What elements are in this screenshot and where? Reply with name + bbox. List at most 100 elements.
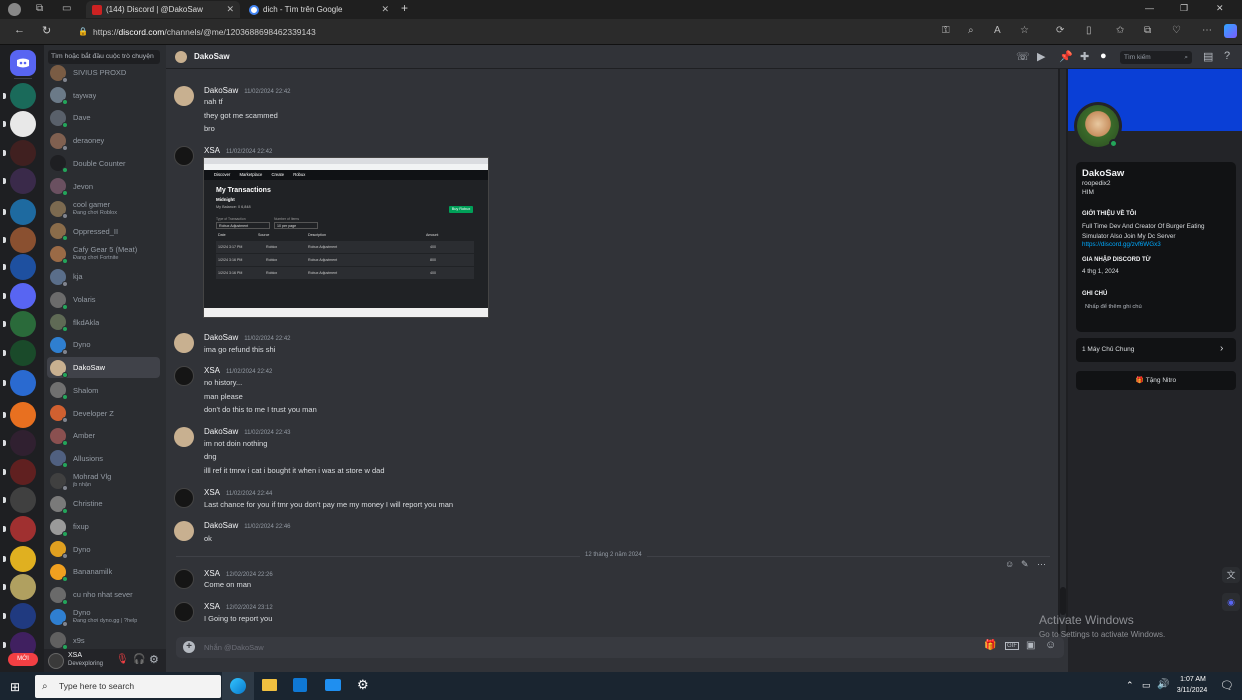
profile-icon[interactable] [8, 3, 21, 16]
dm-item[interactable]: Allusions [47, 448, 160, 469]
scrollbar-thumb[interactable] [1060, 587, 1066, 615]
search-input[interactable]: Tìm kiếm ⌕ [1120, 51, 1192, 64]
refresh-icon[interactable]: ↻ [42, 24, 51, 37]
dm-item[interactable]: deraoney [47, 130, 160, 151]
note-input[interactable]: Nhấp để thêm ghi chú [1085, 304, 1142, 310]
gif-icon[interactable]: GIF [1005, 642, 1019, 650]
restore-icon[interactable]: ❐ [1180, 3, 1188, 14]
tab-discord[interactable]: (144) Discord | @DakoSaw ✕ [86, 1, 240, 18]
dm-item[interactable]: cu nho nhat sever [47, 584, 160, 605]
performance-icon[interactable]: ♡ [1172, 25, 1181, 36]
dm-item[interactable]: DakoSaw [47, 357, 160, 379]
store-icon[interactable] [293, 678, 307, 692]
dm-item[interactable]: Oppressed_II [47, 221, 160, 242]
workspaces-icon[interactable]: ⧉ [36, 3, 43, 14]
message-author[interactable]: XSA [204, 146, 220, 155]
server-icon[interactable] [10, 459, 36, 485]
server-icon[interactable] [10, 516, 36, 542]
avatar[interactable] [174, 521, 194, 541]
dm-item[interactable]: Cafy Gear 5 (Meat) Đang chơi Fortnite [47, 244, 160, 265]
dm-item[interactable]: flkdAkla [47, 312, 160, 333]
message-author[interactable]: XSA [204, 488, 220, 497]
zoom-icon[interactable]: ⌕ [968, 25, 974, 36]
clock-time[interactable]: 1:07 AM [1176, 676, 1210, 683]
avatar[interactable] [174, 333, 194, 353]
mutual-servers-button[interactable]: 1 Máy Chủ Chung › [1076, 338, 1236, 362]
read-aloud-icon[interactable]: A [994, 25, 1001, 36]
network-icon[interactable]: ▭ [1142, 680, 1151, 691]
translate-icon[interactable]: 文 [1222, 567, 1240, 583]
server-icon[interactable] [10, 199, 36, 225]
avatar[interactable] [174, 488, 194, 508]
dm-item[interactable]: Volaris [47, 289, 160, 310]
back-icon[interactable]: ← [14, 24, 25, 36]
dm-item[interactable]: Dave [47, 107, 160, 128]
avatar[interactable] [174, 366, 194, 386]
windows-start-icon[interactable]: ⊞ [10, 680, 20, 694]
dm-item[interactable]: Dyno Đang chơi dyno.gg | ?help [47, 607, 160, 628]
avatar[interactable] [174, 602, 194, 622]
avatar[interactable] [174, 86, 194, 106]
server-icon[interactable] [10, 487, 36, 513]
server-icon[interactable] [10, 370, 36, 396]
server-icon[interactable] [10, 83, 36, 109]
edit-icon[interactable]: ✎ [1021, 559, 1029, 570]
collections-icon[interactable]: ⧉ [1144, 25, 1151, 36]
dm-item[interactable]: Dyno [47, 334, 160, 355]
dm-item[interactable]: SIVIUS PROXD [47, 62, 160, 83]
message-author[interactable]: XSA [204, 602, 220, 611]
dm-item[interactable]: Jevon [47, 176, 160, 197]
user-profile-icon[interactable]: ● [1100, 50, 1107, 62]
dm-item[interactable]: Bananamilk [47, 561, 160, 582]
tab-actions-icon[interactable]: ▭ [62, 3, 71, 14]
close-icon[interactable]: ✕ [226, 4, 234, 15]
close-window-icon[interactable]: ✕ [1216, 3, 1224, 14]
dm-item[interactable]: Amber [47, 425, 160, 446]
more-icon[interactable]: ⋯ [1202, 25, 1212, 36]
message-author[interactable]: DakoSaw [204, 333, 238, 342]
add-reaction-icon[interactable]: ☺ [1005, 559, 1014, 569]
server-icon[interactable] [10, 111, 36, 137]
taskbar-search-input[interactable]: ⌕ Type here to search [35, 675, 221, 698]
pin-icon[interactable]: 📌 [1059, 50, 1073, 63]
dm-item[interactable]: kja [47, 266, 160, 287]
avatar[interactable] [174, 427, 194, 447]
favorites-icon[interactable]: ✩ [1116, 25, 1124, 36]
mute-icon[interactable]: 🎙 [116, 654, 129, 665]
new-tab-icon[interactable]: + [401, 1, 408, 15]
help-icon[interactable]: ? [1224, 50, 1230, 62]
about-link[interactable]: https://discord.gg/zvf6WGx3 [1082, 241, 1161, 248]
scrollbar-track[interactable] [1060, 69, 1066, 634]
dm-item[interactable]: Dyno [47, 539, 160, 560]
message-input[interactable]: + Nhắn @DakoSaw 🎁 GIF ▣ ☺ [176, 637, 1064, 658]
message-author[interactable]: XSA [204, 569, 220, 578]
minimize-icon[interactable]: — [1145, 3, 1154, 13]
server-icon[interactable] [10, 574, 36, 600]
add-friends-icon[interactable]: ✚ [1080, 50, 1089, 63]
dm-item[interactable]: Double Counter [47, 153, 160, 174]
folder-icon[interactable] [10, 283, 36, 309]
taskbar-edge-app[interactable] [222, 672, 254, 700]
voice-call-icon[interactable]: ☏ [1016, 50, 1030, 63]
dm-item[interactable]: x9s [47, 630, 160, 651]
server-icon[interactable] [10, 227, 36, 253]
avatar[interactable] [48, 653, 64, 669]
split-screen-icon[interactable]: ▯ [1086, 25, 1092, 36]
dm-item[interactable]: tayway [47, 85, 160, 106]
url-field[interactable]: https://discord.com/channels/@me/1203688… [93, 23, 993, 41]
favorite-star-icon[interactable]: ☆ [1020, 25, 1029, 36]
server-icon[interactable] [10, 311, 36, 337]
dm-item[interactable]: cool gamer Đang chơi Roblox [47, 198, 160, 219]
emoji-icon[interactable]: ☺ [1045, 639, 1056, 651]
gift-icon[interactable]: 🎁 [984, 640, 996, 651]
dm-item[interactable]: fixup [47, 516, 160, 537]
extensions-icon[interactable]: ⟳ [1056, 25, 1064, 36]
server-icon[interactable] [10, 402, 36, 428]
server-icon[interactable] [10, 140, 36, 166]
dm-item[interactable]: Mohrad Vlg jb nhận [47, 471, 160, 492]
attachment-image[interactable]: Discover Marketplace Create Robux My Tra… [203, 157, 489, 318]
dm-item[interactable]: Christine [47, 493, 160, 514]
message-author[interactable]: DakoSaw [204, 521, 238, 530]
mail-icon[interactable] [325, 679, 341, 691]
server-icon[interactable] [10, 254, 36, 280]
